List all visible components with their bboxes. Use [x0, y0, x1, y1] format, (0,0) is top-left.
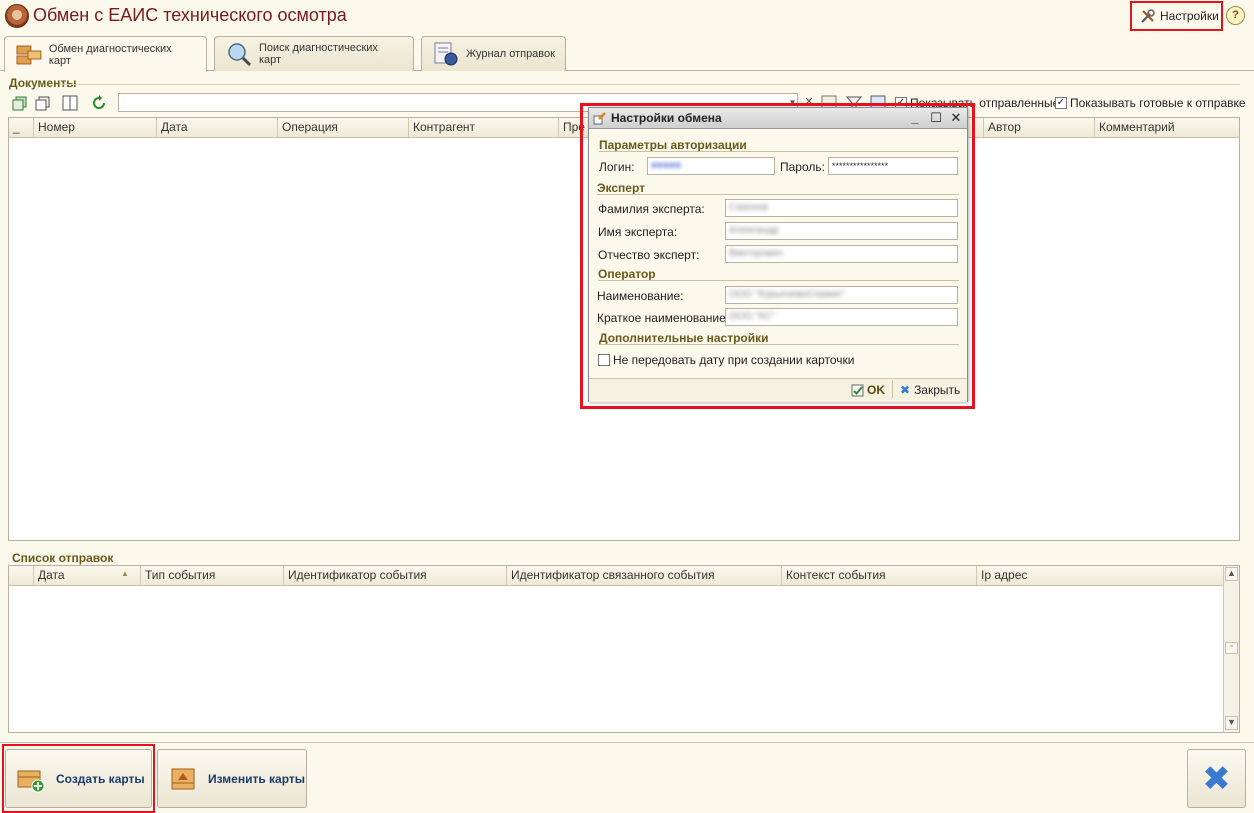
- settings-button[interactable]: Настройки: [1130, 1, 1223, 31]
- login-value: ●●●●●: [651, 160, 682, 171]
- settings-label: Настройки: [1160, 9, 1219, 23]
- cards-icon: [16, 45, 42, 64]
- tab-label: Журнал отправок: [466, 48, 555, 60]
- tab-label: Обмен диагностических карт: [48, 42, 172, 67]
- dialog-close-button[interactable]: ✖ Закрыть: [900, 383, 960, 397]
- short-name-label: Краткое наименование:: [597, 311, 730, 325]
- org-name-value: ООО "КурьеневоСервис": [729, 289, 846, 300]
- section-divider: [597, 194, 959, 195]
- window-title: Обмен с ЕАИС технического осмотра: [33, 5, 347, 25]
- no-date-checkbox[interactable]: Не передовать дату при создании карточки: [598, 353, 854, 367]
- column-header: [9, 566, 34, 586]
- sends-table[interactable]: Дата ▲ Тип события Идентификатор события…: [8, 565, 1240, 733]
- tab-label: Поиск диагностических карт: [258, 42, 378, 66]
- create-cards-button[interactable]: Создать карты: [5, 749, 152, 808]
- checkbox-box[interactable]: [598, 354, 610, 366]
- patronymic-field[interactable]: Викторович: [725, 245, 958, 263]
- surname-field[interactable]: Сазонов: [725, 199, 958, 217]
- scroll-down-icon[interactable]: ▼: [1225, 716, 1238, 730]
- tab-search-cards[interactable]: Поиск диагностических карт: [214, 36, 414, 71]
- checkbox-box[interactable]: ✓: [1055, 97, 1067, 109]
- section-divider: [599, 151, 959, 152]
- button-separator: [892, 380, 893, 398]
- tab-send-journal[interactable]: Журнал отправок: [421, 36, 566, 71]
- edit-cards-button[interactable]: Изменить карты: [157, 749, 307, 808]
- table-header: Дата ▲ Тип события Идентификатор события…: [9, 566, 1239, 586]
- short-name-field[interactable]: ООО "КС": [725, 308, 958, 326]
- sort-asc-icon: ▲: [121, 569, 129, 578]
- bottom-divider: [0, 742, 1254, 743]
- column-header[interactable]: Ip адрес: [977, 566, 1223, 586]
- ok-label: OK: [867, 383, 885, 397]
- ok-button[interactable]: OK: [851, 383, 885, 397]
- tab-exchange-cards[interactable]: Обмен диагностических карт: [4, 36, 207, 72]
- help-icon[interactable]: ?: [1226, 6, 1245, 25]
- extra-section-label: Дополнительные настройки: [599, 331, 769, 345]
- column-header[interactable]: Идентификатор события: [284, 566, 507, 586]
- column-header[interactable]: Контекст события: [782, 566, 977, 586]
- create-cards-label: Создать карты: [56, 771, 145, 786]
- surname-label: Фамилия эксперта:: [598, 202, 705, 216]
- section-divider: [60, 84, 1240, 85]
- checkbox-label: Показывать готовые к отправке: [1070, 96, 1246, 110]
- dialog-title: Настройки обмена: [611, 111, 722, 125]
- section-divider: [598, 280, 959, 281]
- close-icon[interactable]: ✕: [948, 110, 964, 126]
- org-name-label: Наименование:: [597, 289, 684, 303]
- edit-cards-label: Изменить карты: [208, 771, 306, 786]
- tools-icon: [1141, 9, 1155, 23]
- close-form-button[interactable]: ✖: [1187, 749, 1246, 808]
- create-cards-icon: [17, 770, 45, 792]
- column-header[interactable]: _: [9, 118, 34, 138]
- close-label: Закрыть: [914, 383, 961, 397]
- patronymic-label: Отчество эксперт:: [598, 248, 700, 262]
- password-label: Пароль:: [780, 160, 825, 174]
- patronymic-value: Викторович: [729, 248, 784, 259]
- section-divider: [599, 344, 959, 345]
- operator-section-label: Оператор: [598, 267, 656, 281]
- copy-icon[interactable]: [35, 95, 51, 111]
- edit-cards-icon: [171, 768, 195, 789]
- column-header[interactable]: Идентификатор связанного события: [507, 566, 782, 586]
- maximize-icon[interactable]: ☐: [928, 110, 944, 126]
- journal-clock-icon: [434, 42, 458, 66]
- scroll-up-icon[interactable]: ▲: [1225, 567, 1238, 581]
- column-header[interactable]: Операция: [278, 118, 409, 138]
- name-label: Имя эксперта:: [598, 225, 678, 239]
- ok-check-icon: [851, 384, 864, 396]
- show-ready-checkbox[interactable]: ✓ Показывать готовые к отправке: [1055, 96, 1246, 110]
- short-name-value: ООО "КС": [729, 311, 776, 322]
- refresh-icon[interactable]: [91, 95, 107, 111]
- password-field[interactable]: ****************: [828, 157, 958, 175]
- sends-section-label: Список отправок: [12, 551, 114, 565]
- name-field[interactable]: Александр: [725, 222, 958, 240]
- documents-section-label: Документы: [9, 76, 77, 90]
- checkbox-label: Не передовать дату при создании карточки: [613, 353, 855, 367]
- surname-value: Сазонов: [729, 202, 769, 213]
- scroll-thumb[interactable]: ▫: [1225, 642, 1238, 654]
- add-copy-icon[interactable]: [12, 95, 28, 111]
- login-field[interactable]: ●●●●●: [647, 157, 775, 175]
- close-x-icon: ✖: [900, 383, 911, 397]
- expert-section-label: Эксперт: [597, 181, 646, 195]
- column-header[interactable]: Комментарий: [1095, 118, 1239, 138]
- column-header[interactable]: Дата: [157, 118, 278, 138]
- dialog-title-bar[interactable]: Настройки обмена _ ☐ ✕: [589, 108, 967, 129]
- search-globe-icon: [228, 43, 252, 67]
- minimize-icon[interactable]: _: [907, 110, 923, 126]
- vertical-scrollbar[interactable]: ▲ ▫ ▼: [1223, 566, 1239, 732]
- select-toggle-icon[interactable]: [62, 95, 78, 111]
- close-icon: ✖: [1202, 759, 1231, 798]
- column-header[interactable]: Тип события: [141, 566, 284, 586]
- app-emblem-icon: [5, 4, 29, 28]
- auth-section-label: Параметры авторизации: [599, 138, 747, 152]
- dialog-edit-icon: [593, 112, 606, 125]
- org-name-field[interactable]: ООО "КурьеневоСервис": [725, 286, 958, 304]
- column-header[interactable]: Автор: [984, 118, 1095, 138]
- column-header[interactable]: Номер: [34, 118, 157, 138]
- exchange-settings-dialog: Настройки обмена _ ☐ ✕ Параметры авториз…: [588, 107, 968, 402]
- login-label: Логин:: [599, 160, 635, 174]
- column-header[interactable]: Контрагент: [409, 118, 559, 138]
- name-value: Александр: [729, 225, 780, 236]
